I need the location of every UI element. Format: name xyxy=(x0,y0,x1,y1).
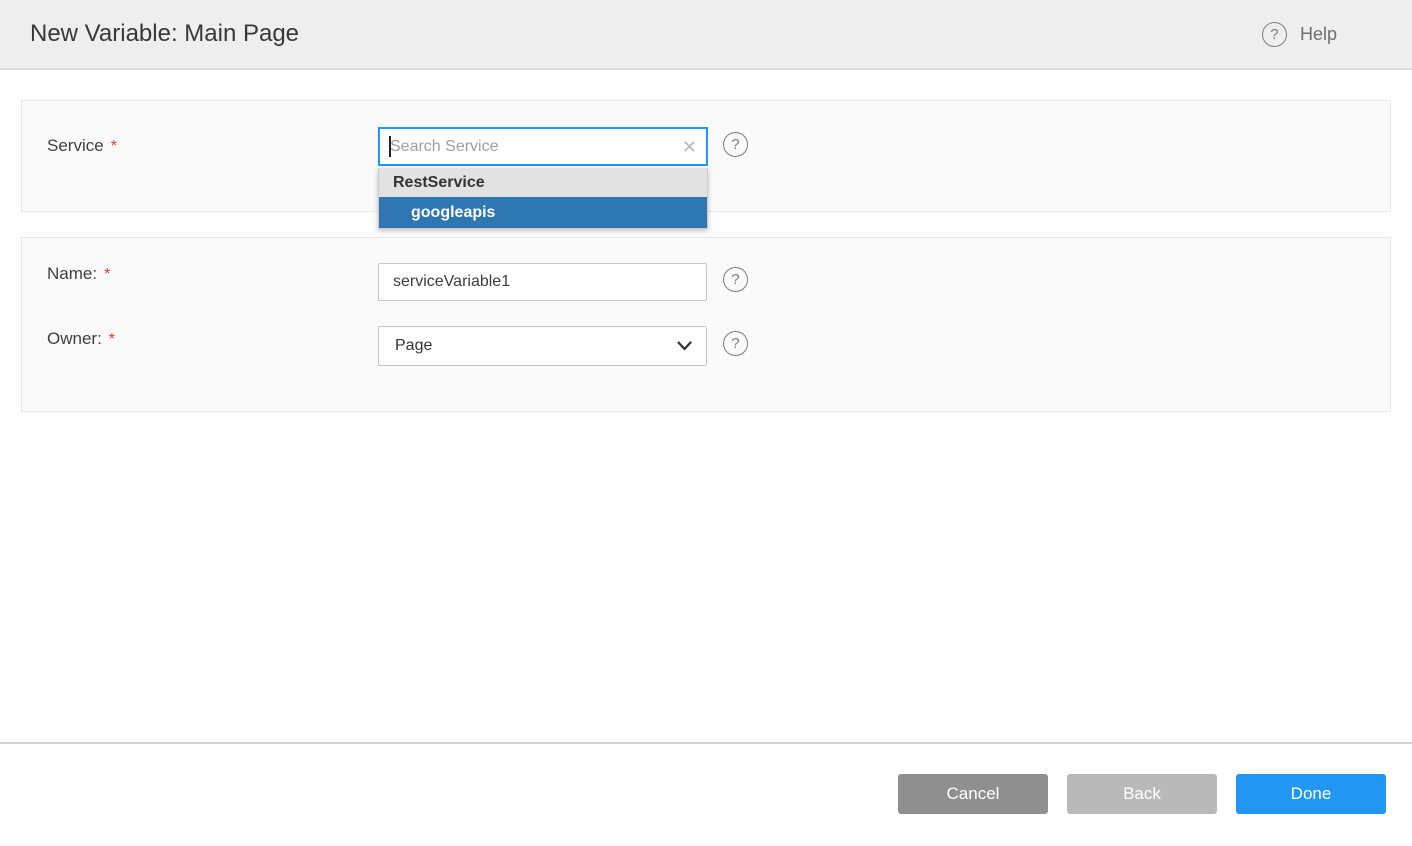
service-label: Service* xyxy=(47,136,117,156)
dialog-header: New Variable: Main Page ? Help xyxy=(0,0,1412,70)
required-marker: * xyxy=(109,331,115,348)
required-marker: * xyxy=(104,266,110,283)
dropdown-group-header: RestService xyxy=(379,168,707,197)
text-caret xyxy=(389,136,391,157)
clear-icon[interactable]: ✕ xyxy=(682,138,697,156)
details-section: Name:* ? Owner:* Page ? xyxy=(21,237,1391,412)
service-help-icon[interactable]: ? xyxy=(723,132,748,157)
owner-select-value: Page xyxy=(395,337,432,355)
service-search-box: ✕ xyxy=(378,127,708,166)
service-dropdown: RestService googleapis xyxy=(378,168,708,229)
service-section: Service* ✕ RestService googleapis ? xyxy=(21,100,1391,212)
done-button[interactable]: Done xyxy=(1236,774,1386,814)
cancel-button[interactable]: Cancel xyxy=(898,774,1048,814)
footer-buttons: Cancel Back Done xyxy=(898,774,1386,814)
name-label: Name:* xyxy=(47,264,110,284)
owner-select[interactable]: Page xyxy=(378,326,707,366)
help-label: Help xyxy=(1300,24,1337,45)
back-button[interactable]: Back xyxy=(1067,774,1217,814)
help-button[interactable]: ? Help xyxy=(1262,0,1337,68)
name-help-icon[interactable]: ? xyxy=(723,267,748,292)
chevron-down-icon xyxy=(677,341,692,351)
owner-help-icon[interactable]: ? xyxy=(723,331,748,356)
name-input[interactable] xyxy=(378,263,707,301)
owner-label: Owner:* xyxy=(47,329,115,349)
required-marker: * xyxy=(111,138,117,155)
footer-divider xyxy=(0,742,1412,744)
page-title: New Variable: Main Page xyxy=(30,20,299,48)
dropdown-option-googleapis[interactable]: googleapis xyxy=(379,197,707,228)
help-icon: ? xyxy=(1262,22,1287,47)
service-search-input[interactable] xyxy=(380,129,706,164)
